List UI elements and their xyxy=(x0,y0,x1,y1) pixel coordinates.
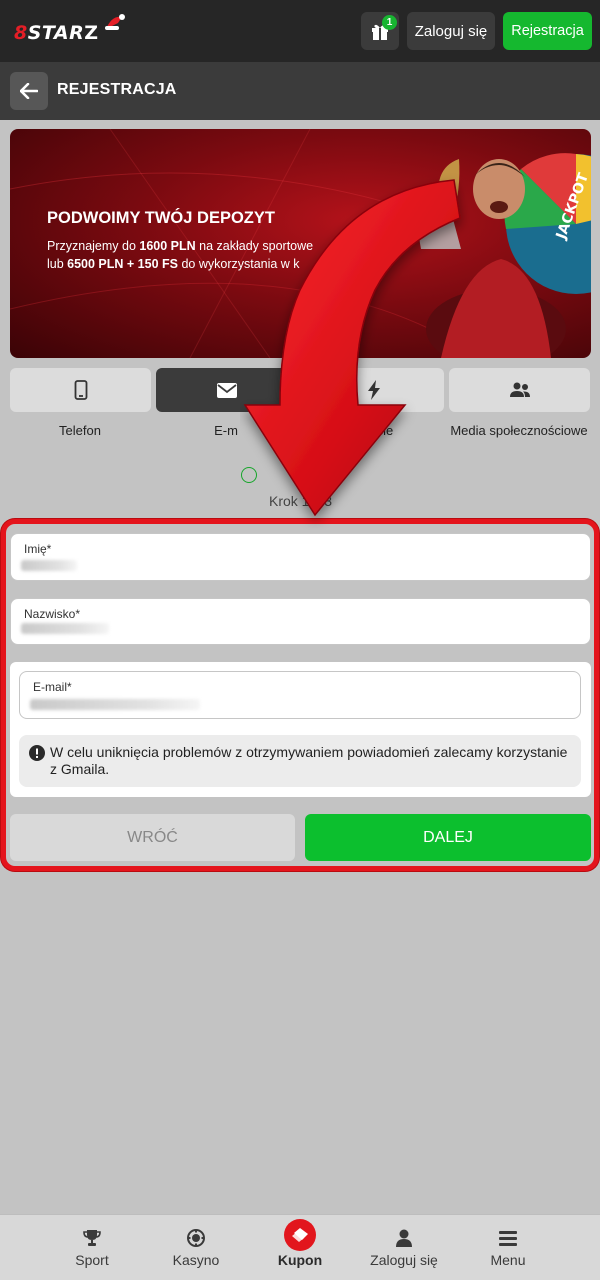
trophy-icon xyxy=(83,1230,101,1246)
hamburger-icon xyxy=(499,1230,517,1246)
first-name-label: Imię* xyxy=(24,542,52,556)
nav-menu[interactable]: Menu xyxy=(480,1215,536,1280)
method-tab-email[interactable] xyxy=(156,368,297,412)
nav-sport[interactable]: Sport xyxy=(62,1215,122,1280)
nav-menu-label: Menu xyxy=(490,1252,526,1268)
gmail-info-box: W celu uniknięcia problemów z otrzymywan… xyxy=(19,735,581,787)
casino-chip-icon xyxy=(187,1229,205,1247)
banner-title: PODWOIMY TWÓJ DEPOZYT xyxy=(47,209,275,227)
nav-login[interactable]: Zaloguj się xyxy=(362,1215,446,1280)
last-name-value xyxy=(21,623,109,634)
method-label-phone: Telefon xyxy=(59,423,101,438)
nav-kupon-label: Kupon xyxy=(277,1252,323,1268)
nav-sport-label: Sport xyxy=(75,1252,109,1268)
gift-count-badge: 1 xyxy=(382,15,397,30)
last-name-label: Nazwisko* xyxy=(24,607,81,621)
register-button[interactable]: Rejestracja xyxy=(503,12,592,50)
page-header: REJESTRACJA xyxy=(0,62,600,120)
arrow-left-icon xyxy=(20,83,38,99)
footballer-trophy-illustration: JACKPOT xyxy=(418,153,591,358)
method-tab-phone[interactable] xyxy=(10,368,151,412)
gmail-info-text: W celu uniknięcia problemów z otrzymywan… xyxy=(50,744,568,777)
method-label-social: Media społecznościowe xyxy=(450,423,588,438)
promo-banner[interactable]: JACKPOT PODWOIMY TWÓJ DEPOZYT Przyznajem… xyxy=(10,129,591,358)
nav-login-label: Zaloguj się xyxy=(370,1252,438,1268)
email-value xyxy=(30,699,200,710)
lightning-icon xyxy=(367,380,380,400)
back-button[interactable] xyxy=(10,72,48,110)
method-label-email: E-m xyxy=(214,423,238,438)
email-label: E-mail* xyxy=(33,680,72,694)
login-button[interactable]: Zaloguj się xyxy=(407,12,495,50)
page-title: REJESTRACJA xyxy=(57,81,177,98)
first-name-value xyxy=(21,560,77,571)
user-icon xyxy=(396,1229,412,1247)
envelope-icon xyxy=(216,382,237,398)
last-name-field[interactable]: Nazwisko* xyxy=(10,598,591,645)
method-tab-social[interactable] xyxy=(449,368,590,412)
email-field[interactable]: E-mail* xyxy=(19,671,581,719)
back-step-button[interactable]: WRÓĆ xyxy=(10,814,295,861)
logo[interactable]: 8STARZ xyxy=(14,14,125,47)
method-label-one-click: knięcie xyxy=(352,423,394,438)
logo-text: 8STARZ xyxy=(14,22,99,44)
exclamation-circle-icon xyxy=(29,745,45,761)
next-step-button[interactable]: DALEJ xyxy=(305,814,591,861)
gift-button[interactable]: 1 xyxy=(361,12,399,50)
method-tab-one-click[interactable] xyxy=(303,368,444,412)
banner-description: Przyznajemy do 1600 PLN na zakłady sport… xyxy=(47,239,314,271)
first-name-field[interactable]: Imię* xyxy=(10,533,591,581)
ticket-icon xyxy=(292,1228,308,1242)
phone-icon xyxy=(74,380,87,400)
nav-kupon[interactable] xyxy=(284,1219,316,1251)
santa-hat-icon xyxy=(105,14,125,30)
step-text: Krok 1 z 3 xyxy=(269,493,333,509)
top-header: 8STARZ 1 Zaloguj się Rejestracja xyxy=(0,0,600,62)
step-indicator xyxy=(241,467,257,483)
users-icon xyxy=(509,382,530,397)
nav-casino-label: Kasyno xyxy=(172,1252,220,1268)
nav-casino[interactable]: Kasyno xyxy=(164,1215,228,1280)
